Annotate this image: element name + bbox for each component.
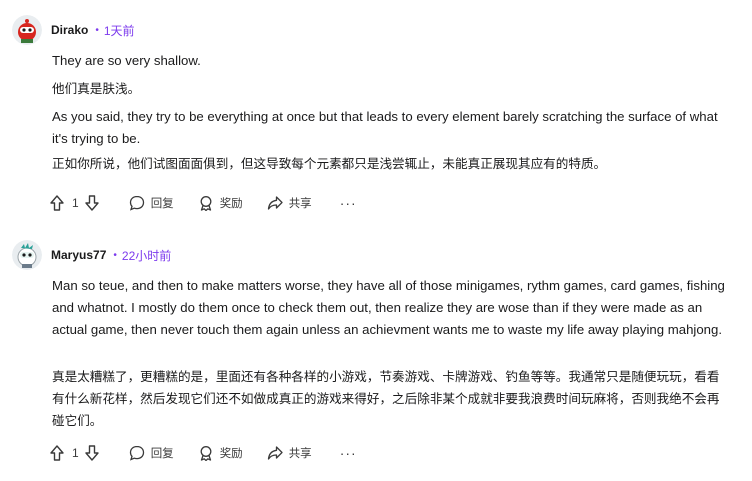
share-label: 共享	[288, 446, 312, 460]
separator-dot: •	[113, 249, 117, 261]
comment-text: They are so very shallow.	[52, 53, 201, 68]
comment-text: 正如你所说，他们试图面面俱到，但这导致每个元素都只是浅尝辄止，未能真正展现其应有…	[52, 156, 607, 171]
arrow-up-icon[interactable]	[50, 195, 64, 211]
speech-bubble-icon	[129, 445, 144, 461]
award-icon	[200, 196, 212, 211]
username[interactable]: Maryus77	[51, 248, 106, 262]
timestamp[interactable]: 22小时前	[122, 247, 171, 264]
arrow-down-icon[interactable]	[84, 195, 99, 211]
award-label: 奖励	[219, 446, 243, 460]
red-robot-avatar-icon	[12, 15, 42, 45]
share-button[interactable]: 共享	[267, 445, 312, 461]
arrow-down-icon[interactable]	[84, 445, 99, 461]
comment-meta: Dirako • 1天前	[51, 20, 135, 40]
award-button[interactable]: 奖励	[198, 445, 243, 461]
award-icon	[200, 446, 212, 461]
share-button[interactable]: 共享	[267, 195, 312, 211]
teal-robot-avatar-icon	[12, 240, 42, 270]
reply-button[interactable]: 回复	[129, 445, 174, 461]
award-label: 奖励	[219, 196, 243, 210]
vote-count: 1	[72, 446, 79, 460]
timestamp[interactable]: 1天前	[104, 22, 135, 39]
share-label: 共享	[288, 196, 312, 210]
vote-count: 1	[72, 196, 79, 210]
comment-text: As you said, they try to be everything a…	[52, 109, 722, 146]
vote-control: 1	[50, 195, 99, 211]
vote-control: 1	[50, 445, 99, 461]
reply-label: 回复	[150, 196, 174, 210]
avatar[interactable]	[12, 240, 42, 270]
comment-text: 真是太糟糕了，更糟糕的是，里面还有各种各样的小游戏，节奏游戏、卡牌游戏、钓鱼等等…	[52, 369, 720, 428]
award-button[interactable]: 奖励	[198, 195, 243, 211]
more-options-button[interactable]: ···	[340, 445, 357, 461]
more-options-button[interactable]: ···	[340, 195, 357, 211]
reply-label: 回复	[150, 446, 174, 460]
username[interactable]: Dirako	[51, 23, 88, 37]
comment-actions: 1 回复 奖励 共享 ···	[50, 440, 357, 466]
separator-dot: •	[95, 24, 99, 36]
share-arrow-icon	[267, 446, 283, 460]
speech-bubble-icon	[129, 195, 144, 211]
comment-text: Man so teue, and then to make matters wo…	[52, 278, 729, 337]
arrow-up-icon[interactable]	[50, 445, 64, 461]
comment-meta: Maryus77 • 22小时前	[51, 245, 171, 265]
comment-text: 他们真是肤浅。	[52, 81, 141, 96]
share-arrow-icon	[267, 196, 283, 210]
reply-button[interactable]: 回复	[129, 195, 174, 211]
avatar[interactable]	[12, 15, 42, 45]
comment-actions: 1 回复 奖励 共享 ···	[50, 190, 357, 216]
